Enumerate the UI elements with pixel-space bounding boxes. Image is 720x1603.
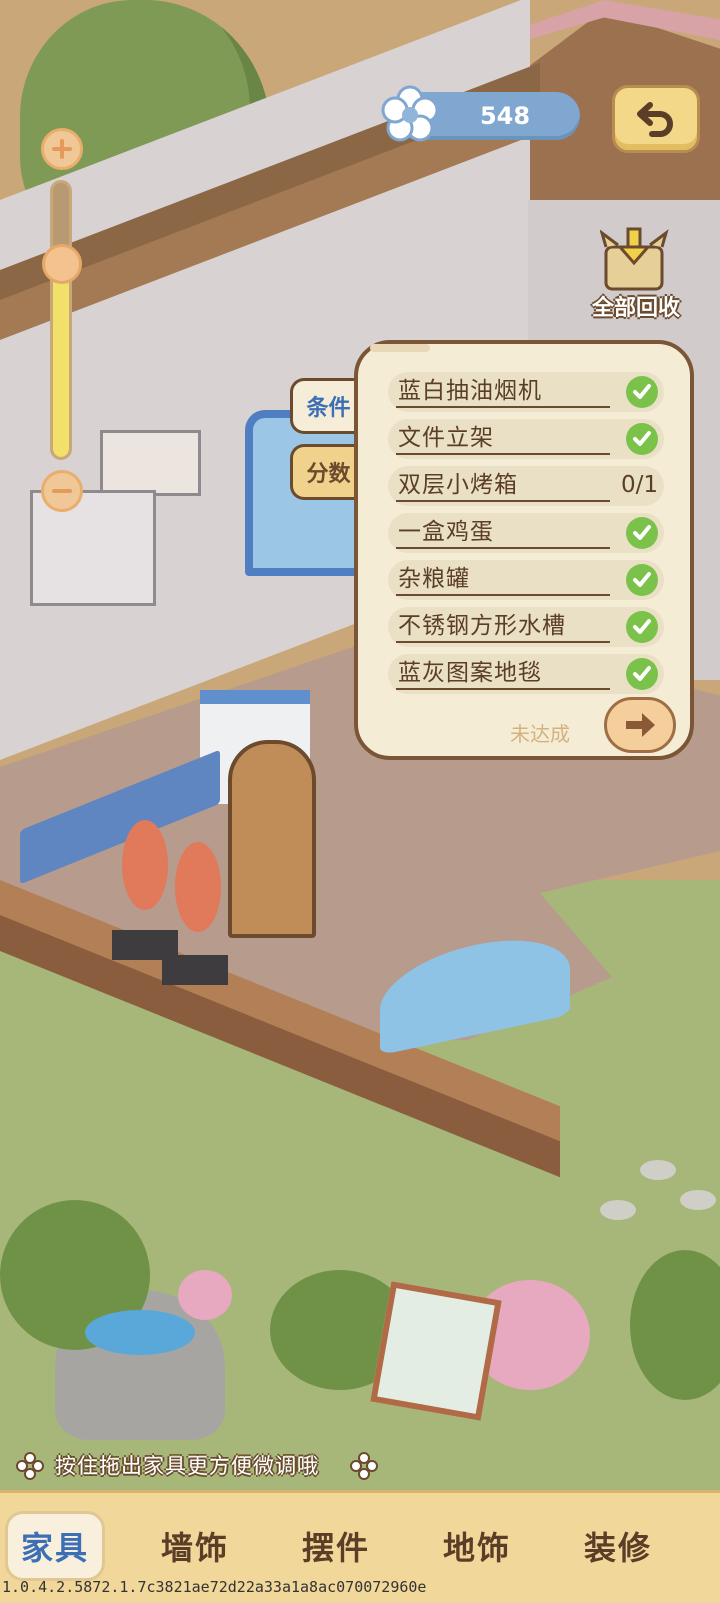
minus-icon: [52, 489, 72, 493]
check-icon: [626, 517, 658, 549]
condition-underline: [396, 594, 610, 596]
arrow-right-icon: [626, 713, 655, 737]
wooden-cupboard[interactable]: [228, 740, 316, 938]
tab-conditions[interactable]: 条件: [290, 378, 364, 434]
condition-item: 蓝白抽油烟机: [388, 372, 664, 412]
condition-underline: [396, 500, 610, 502]
condition-underline: [396, 641, 610, 643]
recycle-all-label[interactable]: 全部回收: [576, 290, 696, 322]
hint-row: 按住拖出家具更方便微调哦: [0, 1450, 720, 1484]
nav-renovation[interactable]: 装修: [568, 1511, 668, 1581]
condition-underline: [396, 453, 610, 455]
condition-item: 杂粮罐: [388, 560, 664, 600]
version-text: 1.0.4.2.5872.1.7c3821ae72d22a33a1a8ac070…: [2, 1578, 427, 1596]
condition-underline: [396, 547, 610, 549]
tab-score[interactable]: 分数: [290, 444, 364, 500]
path-stone: [680, 1190, 716, 1210]
check-icon: [626, 611, 658, 643]
sparkle-icon: [350, 1452, 378, 1480]
nav-furniture[interactable]: 家具: [5, 1511, 105, 1581]
panel-decoration: [370, 344, 430, 352]
status-text: 未达成: [510, 722, 570, 746]
condition-progress: 0/1: [620, 472, 658, 498]
condition-label: 文件立架: [398, 425, 494, 451]
painting-easel: [370, 1281, 502, 1421]
condition-label: 蓝灰图案地毯: [398, 660, 542, 686]
zoom-out-button[interactable]: [41, 470, 83, 512]
well-water: [85, 1310, 195, 1355]
condition-item: 双层小烤箱 0/1: [388, 466, 664, 506]
undo-arrow-icon: [637, 102, 673, 137]
condition-underline: [396, 406, 610, 408]
check-icon: [626, 376, 658, 408]
flower-pot: [178, 1270, 232, 1320]
condition-item: 不锈钢方形水槽: [388, 607, 664, 647]
condition-label: 不锈钢方形水槽: [398, 613, 566, 639]
zoom-slider-fill: [53, 265, 69, 457]
currency-value: 548: [479, 102, 531, 130]
sparkle-icon: [16, 1452, 44, 1480]
statue-stand: [162, 955, 228, 985]
wall-shelf[interactable]: [100, 430, 201, 496]
check-icon: [626, 423, 658, 455]
path-stone: [600, 1200, 636, 1220]
conditions-list: 蓝白抽油烟机 文件立架 双层小烤箱 0/1 一盒鸡蛋 杂粮罐 不锈钢方形水槽 蓝…: [388, 372, 664, 701]
fish-statue[interactable]: [122, 820, 168, 910]
condition-label: 蓝白抽油烟机: [398, 378, 542, 404]
nav-wall-decor[interactable]: 墙饰: [145, 1511, 245, 1581]
plus-icon: [52, 139, 72, 159]
zoom-in-button[interactable]: [41, 128, 83, 170]
zoom-slider-track[interactable]: [50, 180, 72, 460]
condition-underline: [396, 688, 610, 690]
condition-item: 文件立架: [388, 419, 664, 459]
condition-item: 蓝灰图案地毯: [388, 654, 664, 694]
condition-label: 双层小烤箱: [398, 472, 518, 498]
condition-label: 杂粮罐: [398, 566, 470, 592]
nav-floor-decor[interactable]: 地饰: [427, 1511, 527, 1581]
box-icon[interactable]: [600, 225, 670, 295]
flower-icon: [381, 85, 439, 142]
check-icon: [626, 564, 658, 596]
nav-ornaments[interactable]: 摆件: [286, 1511, 386, 1581]
condition-item: 一盒鸡蛋: [388, 513, 664, 553]
back-button[interactable]: [612, 85, 700, 153]
path-stone: [640, 1160, 676, 1180]
check-icon: [626, 658, 658, 690]
condition-label: 一盒鸡蛋: [398, 519, 494, 545]
fish-statue[interactable]: [175, 842, 221, 932]
next-button[interactable]: [604, 697, 676, 753]
zoom-slider-handle[interactable]: [42, 244, 82, 284]
hint-text: 按住拖出家具更方便微调哦: [55, 1454, 319, 1478]
